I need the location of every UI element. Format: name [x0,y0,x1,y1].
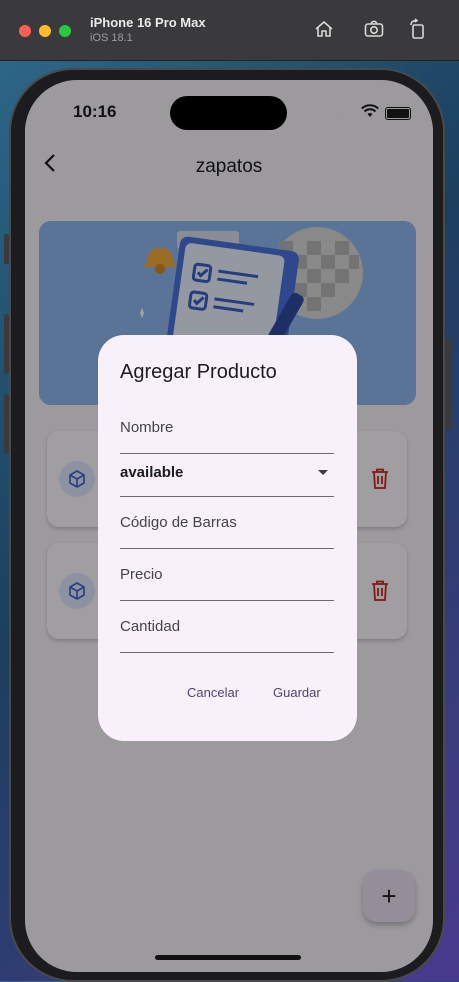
status-dropdown[interactable]: available [120,451,334,497]
barcode-field[interactable]: Código de Barras [120,502,334,549]
add-product-dialog: Agregar Producto Nombre available Código… [98,335,357,741]
action-button [4,234,9,264]
dynamic-island [170,96,287,130]
os-version: iOS 18.1 [90,32,133,44]
dialog-actions: Cancelar Guardar [98,685,357,709]
home-icon[interactable] [313,18,335,40]
name-field[interactable]: Nombre [120,407,334,454]
barcode-field-label: Código de Barras [120,514,237,531]
quantity-field-label: Cantidad [120,618,181,635]
zoom-window-button[interactable] [59,25,71,37]
volume-up-button [4,314,9,374]
home-indicator [155,955,301,960]
status-time: 10:16 [73,102,117,121]
dialog-title: Agregar Producto [120,361,277,383]
price-field[interactable]: Precio [120,554,334,601]
simulator-title-bar: iPhone 16 Pro Max iOS 18.1 [0,0,459,61]
status-indicators: •••• [334,104,411,123]
screenshot-icon[interactable] [363,18,385,40]
name-field-label: Nombre [120,419,174,436]
dropdown-arrow-icon [318,470,328,475]
battery-icon [385,107,411,120]
cancel-button[interactable]: Cancelar [187,685,239,700]
close-window-button[interactable] [19,25,31,37]
cellular-signal-icon: •••• [334,106,355,121]
save-button[interactable]: Guardar [273,685,321,700]
quantity-field[interactable]: Cantidad [120,606,334,653]
device-name: iPhone 16 Pro Max [90,15,206,30]
rotate-icon[interactable] [407,18,429,40]
volume-down-button [4,394,9,454]
power-button [446,338,451,430]
wifi-icon [361,104,379,123]
price-field-label: Precio [120,566,163,583]
minimize-window-button[interactable] [39,25,51,37]
status-dropdown-value: available [120,464,184,481]
